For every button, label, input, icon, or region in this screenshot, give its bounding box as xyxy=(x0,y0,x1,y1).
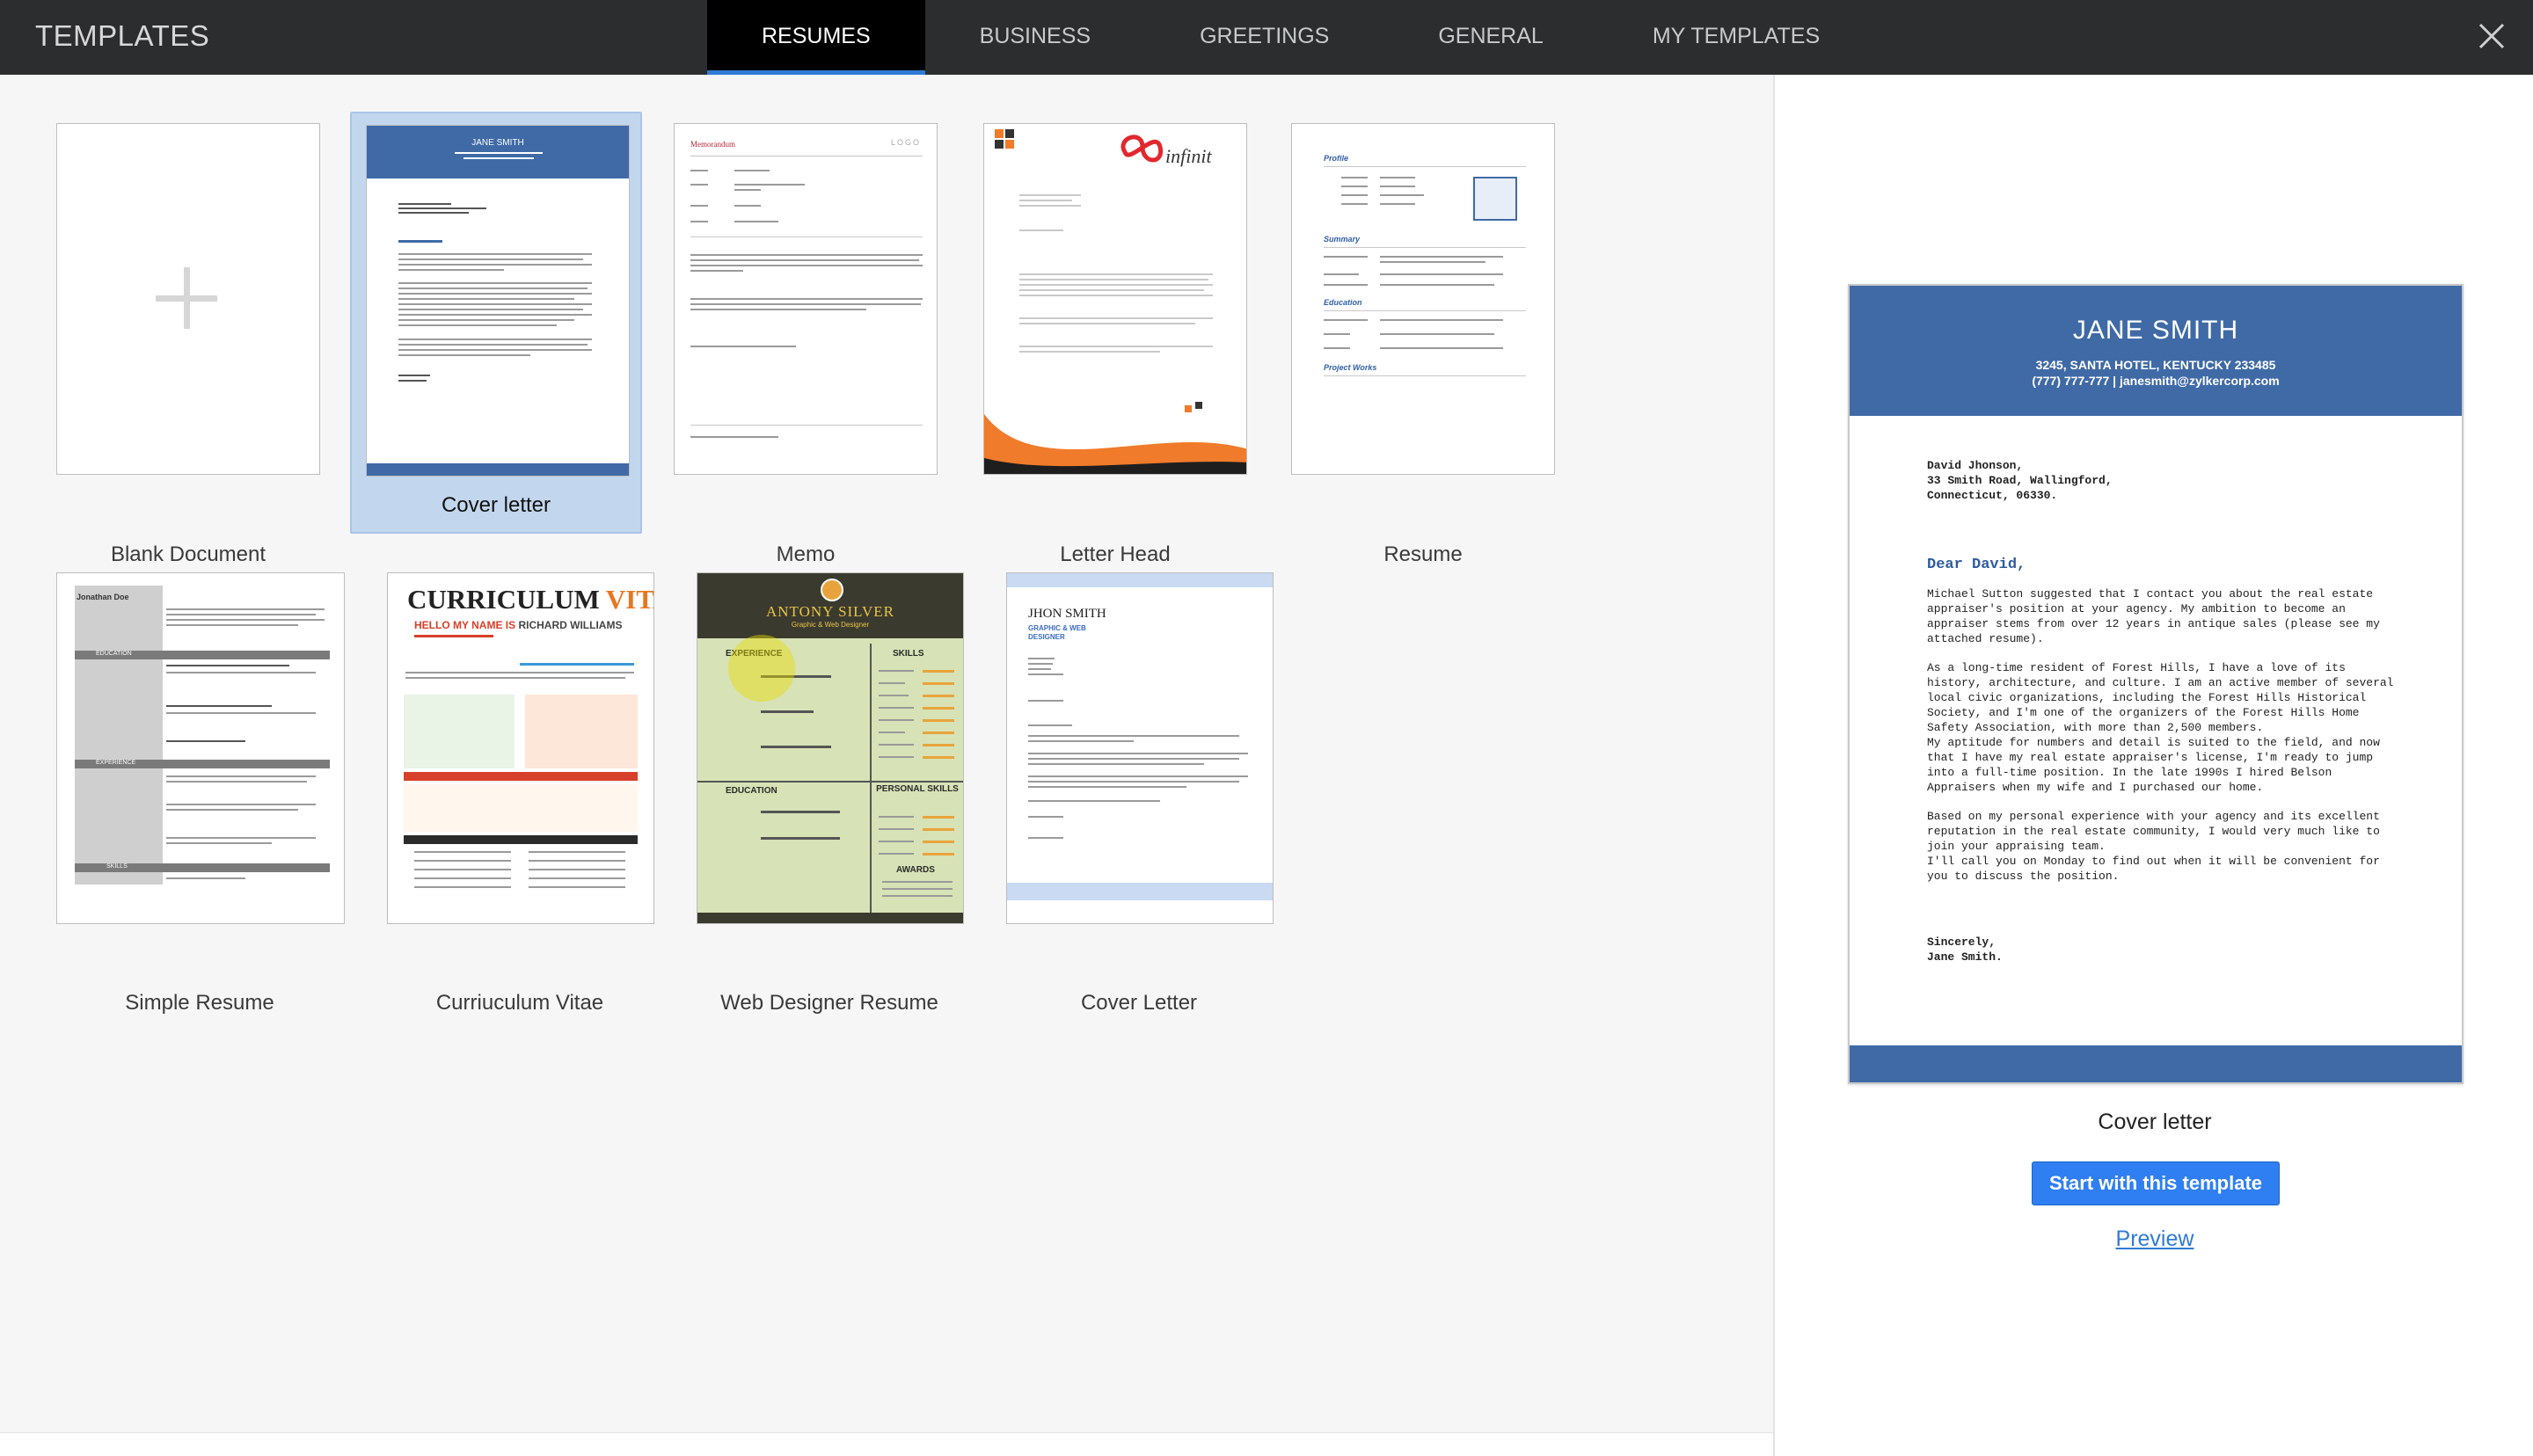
tab-my-templates[interactable]: MY TEMPLATES xyxy=(1598,0,1874,75)
templates-header: TEMPLATES RESUMES BUSINESS GREETINGS GEN… xyxy=(0,0,2533,75)
preview-header-band: JANE SMITH 3245, SANTA HOTEL, KENTUCKY 2… xyxy=(1850,286,2462,416)
template-label: Blank Document xyxy=(110,542,266,566)
template-label: Web Designer Resume xyxy=(720,991,938,1015)
preview-link[interactable]: Preview xyxy=(1775,1227,2533,1252)
template-card-letter-head[interactable]: infinit Letter Head xyxy=(982,123,1249,566)
template-card-curriculum-vitae[interactable]: CURRICULUM VITAE HELLO MY NAME IS RICHAR… xyxy=(385,572,654,1015)
template-thumbnail: Profile Summary Education Project Works xyxy=(1291,123,1555,475)
start-with-template-button[interactable]: Start with this template xyxy=(2032,1161,2280,1205)
preview-signoff: Sincerely, Jane Smith. xyxy=(1927,935,2003,964)
template-grid: Blank Document JANE SMITH Cover letter M… xyxy=(0,75,1773,1446)
template-card-cover-letter-2[interactable]: JHON SMITH GRAPHIC & WEB DESIGNER Cover … xyxy=(1004,572,1274,1015)
template-card-cover-letter[interactable]: JANE SMITH Cover letter xyxy=(350,112,642,534)
cursor-highlight xyxy=(728,635,795,702)
template-thumbnail: Jonathan Doe EDUCATION EXPERIENCE SKILLS xyxy=(56,572,345,924)
template-card-simple-resume[interactable]: Jonathan Doe EDUCATION EXPERIENCE SKILLS xyxy=(55,572,345,1015)
template-thumbnail: infinit xyxy=(983,123,1247,475)
preview-paragraph: Based on my personal experience with you… xyxy=(1927,810,2380,883)
template-thumbnail xyxy=(56,123,320,475)
template-label: Memo xyxy=(776,542,836,566)
template-label: Letter Head xyxy=(1060,542,1171,566)
template-thumbnail: CURRICULUM VITAE HELLO MY NAME IS RICHAR… xyxy=(387,572,654,924)
template-thumbnail: ANTONY SILVER Graphic & Web Designer EXP… xyxy=(697,572,964,924)
template-label: Resume xyxy=(1383,542,1463,566)
close-icon[interactable] xyxy=(2471,16,2512,56)
tab-resumes[interactable]: RESUMES xyxy=(707,0,925,75)
template-card-resume[interactable]: Profile Summary Education Project Works … xyxy=(1289,123,1557,566)
preview-contact: (777) 777-777 | janesmith@zylkercorp.com xyxy=(2032,374,2280,388)
template-label: Simple Resume xyxy=(125,991,274,1015)
tab-general[interactable]: GENERAL xyxy=(1383,0,1597,75)
preview-greeting: Dear David, xyxy=(1927,557,2026,573)
template-label: Cover Letter xyxy=(1080,991,1198,1015)
template-thumbnail: JHON SMITH GRAPHIC & WEB DESIGNER xyxy=(1006,572,1274,924)
template-card-web-designer-resume[interactable]: ANTONY SILVER Graphic & Web Designer EXP… xyxy=(695,572,964,1015)
template-card-memo[interactable]: Memorandum LOGO Memo xyxy=(672,123,939,566)
horizontal-scrollbar[interactable] xyxy=(0,1432,1773,1446)
template-preview-panel: JANE SMITH 3245, SANTA HOTEL, KENTUCKY 2… xyxy=(1773,75,2533,1456)
template-label: Cover letter xyxy=(441,493,551,517)
preview-body: David Jhonson, 33 Smith Road, Wallingfor… xyxy=(1927,458,2420,965)
preview-recipient: David Jhonson, 33 Smith Road, Wallingfor… xyxy=(1927,459,2113,502)
tab-greetings[interactable]: GREETINGS xyxy=(1145,0,1383,75)
template-card-blank-document[interactable]: Blank Document xyxy=(55,123,322,566)
preview-template-title: Cover letter xyxy=(2098,1110,2212,1134)
tab-business[interactable]: BUSINESS xyxy=(925,0,1145,75)
preview-document: JANE SMITH 3245, SANTA HOTEL, KENTUCKY 2… xyxy=(1848,284,2464,1084)
template-thumbnail: JANE SMITH xyxy=(366,125,630,477)
template-label: Curriuculum Vitae xyxy=(435,991,604,1015)
preview-address: 3245, SANTA HOTEL, KENTUCKY 233485 xyxy=(2035,358,2276,372)
category-tabs: RESUMES BUSINESS GREETINGS GENERAL MY TE… xyxy=(707,0,1874,75)
preview-paragraph: Michael Sutton suggested that I contact … xyxy=(1927,587,2380,645)
template-thumbnail: Memorandum LOGO xyxy=(674,123,938,475)
preview-paragraph: As a long-time resident of Forest Hills,… xyxy=(1927,661,2394,794)
preview-name: JANE SMITH xyxy=(2072,316,2239,345)
templates-title: TEMPLATES xyxy=(35,19,210,52)
preview-footer-band xyxy=(1850,1045,2462,1082)
